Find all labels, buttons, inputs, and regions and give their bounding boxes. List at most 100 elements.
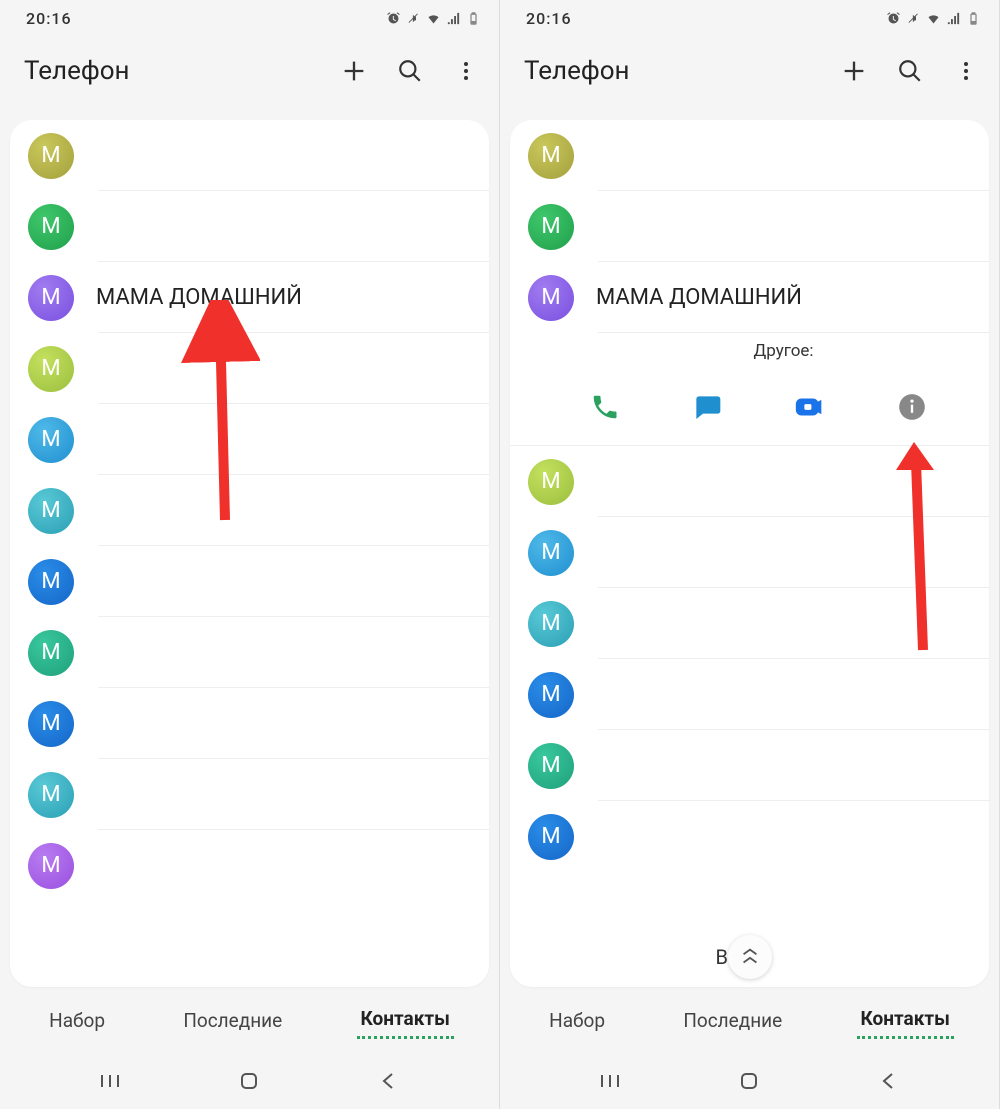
back-icon <box>877 1069 901 1093</box>
wifi-icon <box>926 11 941 26</box>
contact-row[interactable]: M <box>28 688 489 759</box>
add-button[interactable] <box>331 48 377 94</box>
contact-row[interactable]: M МАМА ДОМАШНИЙ <box>28 262 489 333</box>
contact-row[interactable]: M <box>28 759 489 830</box>
contact-row[interactable]: M <box>28 404 489 475</box>
call-button[interactable] <box>585 387 625 427</box>
nav-recents[interactable] <box>580 1069 640 1093</box>
contacts-card: MMMМАМА ДОМАШНИЙ Другое: MMMMMM В <box>510 120 989 987</box>
contact-avatar: M <box>28 204 74 250</box>
plus-icon <box>840 57 868 85</box>
alarm-icon <box>386 11 401 26</box>
contact-row[interactable]: M <box>28 546 489 617</box>
tab-contacts[interactable]: Контакты <box>857 1001 954 1039</box>
status-icons <box>386 11 481 26</box>
chat-icon <box>691 391 723 423</box>
nav-recents[interactable] <box>80 1069 140 1093</box>
signal-icon <box>946 11 961 26</box>
expanded-label: Другое: <box>528 341 989 361</box>
nav-back[interactable] <box>859 1069 919 1093</box>
contact-avatar: M <box>528 601 574 647</box>
contact-avatar: M <box>28 559 74 605</box>
home-icon <box>237 1069 261 1093</box>
contact-name: МАМА ДОМАШНИЙ <box>596 285 802 310</box>
contact-row[interactable]: M <box>528 588 989 659</box>
contact-name: МАМА ДОМАШНИЙ <box>96 285 302 310</box>
android-navbar <box>500 1053 999 1109</box>
contact-avatar: M <box>28 133 74 179</box>
tab-contacts[interactable]: Контакты <box>357 1001 454 1039</box>
contact-row[interactable]: M <box>528 730 989 801</box>
contact-avatar: M <box>528 459 574 505</box>
header-actions <box>831 48 989 94</box>
nav-home[interactable] <box>219 1069 279 1093</box>
header-title: Телефон <box>24 56 331 86</box>
status-time: 20:16 <box>526 9 572 28</box>
status-icons <box>886 11 981 26</box>
search-icon <box>397 58 423 84</box>
contact-avatar: M <box>28 772 74 818</box>
contact-avatar: M <box>28 275 74 321</box>
video-call-button[interactable] <box>790 387 830 427</box>
tab-recent[interactable]: Последние <box>179 1003 286 1038</box>
alarm-icon <box>886 11 901 26</box>
home-icon <box>737 1069 761 1093</box>
android-navbar <box>0 1053 499 1109</box>
app-header: Телефон <box>0 36 499 106</box>
bottom-tabs: Набор Последние Контакты <box>0 987 499 1053</box>
contact-row[interactable]: M <box>28 617 489 688</box>
header-title: Телефон <box>524 56 831 86</box>
more-button[interactable] <box>943 48 989 94</box>
contact-row[interactable]: M <box>28 475 489 546</box>
contact-row[interactable]: M <box>528 446 989 517</box>
contact-row[interactable]: M <box>28 333 489 404</box>
contact-avatar: M <box>528 204 574 250</box>
add-button[interactable] <box>831 48 877 94</box>
search-button[interactable] <box>887 48 933 94</box>
message-button[interactable] <box>687 387 727 427</box>
contact-row[interactable]: M <box>28 120 489 191</box>
nav-home[interactable] <box>719 1069 779 1093</box>
contact-row[interactable]: M <box>528 191 989 262</box>
contact-list[interactable]: MMMМАМА ДОМАШНИЙ Другое: MMMMMM <box>510 120 989 872</box>
header-actions <box>331 48 489 94</box>
nav-back[interactable] <box>359 1069 419 1093</box>
battery-icon <box>466 11 481 26</box>
status-bar: 20:16 <box>0 0 499 36</box>
more-button[interactable] <box>443 48 489 94</box>
search-icon <box>897 58 923 84</box>
contact-avatar: M <box>28 417 74 463</box>
mute-icon <box>406 11 421 26</box>
video-icon <box>793 390 827 424</box>
contact-row[interactable]: M <box>28 191 489 262</box>
contact-row[interactable]: M <box>528 659 989 730</box>
battery-icon <box>966 11 981 26</box>
contact-avatar: M <box>528 530 574 576</box>
chevron-up-icon <box>739 946 761 968</box>
contact-row[interactable]: M <box>28 830 489 901</box>
contact-list[interactable]: MMMМАМА ДОМАШНИЙMMMMMMMM <box>10 120 489 901</box>
app-header: Телефон <box>500 36 999 106</box>
tab-dial[interactable]: Набор <box>45 1003 109 1038</box>
contact-row[interactable]: MМАМА ДОМАШНИЙ <box>528 262 989 333</box>
contact-avatar: M <box>28 701 74 747</box>
status-bar: 20:16 <box>500 0 999 36</box>
info-icon <box>898 393 926 421</box>
contact-row[interactable]: M <box>528 120 989 191</box>
partial-row-letter: В <box>716 945 728 969</box>
tab-recent[interactable]: Последние <box>679 1003 786 1038</box>
contact-avatar: M <box>528 743 574 789</box>
contact-avatar: M <box>28 843 74 889</box>
recents-icon <box>98 1069 122 1093</box>
phone-left: 20:16 Телефон MMMМАМА ДОМАШНИЙMMMMMMMM <box>0 0 500 1109</box>
signal-icon <box>446 11 461 26</box>
contact-row[interactable]: M <box>528 517 989 588</box>
contact-expanded-panel: Другое: <box>528 333 989 445</box>
info-button[interactable] <box>892 387 932 427</box>
tab-dial[interactable]: Набор <box>545 1003 609 1038</box>
contact-row[interactable]: M <box>528 801 989 872</box>
contact-avatar: M <box>528 814 574 860</box>
recents-icon <box>598 1069 622 1093</box>
search-button[interactable] <box>387 48 433 94</box>
scroll-top-button[interactable]: В <box>728 935 772 979</box>
